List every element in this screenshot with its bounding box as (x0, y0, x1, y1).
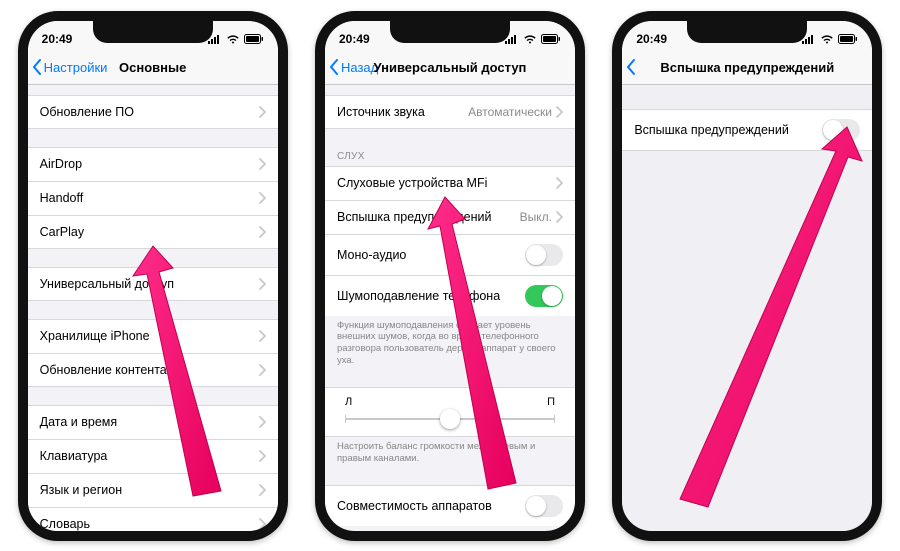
toggle-noise-cancel[interactable] (525, 285, 563, 307)
group-header-hearing: СЛУХ (325, 147, 575, 166)
row-carplay[interactable]: CarPlay (28, 215, 278, 249)
row-date-time[interactable]: Дата и время (28, 405, 278, 439)
cell-label: Совместимость аппаратов (337, 499, 492, 513)
row-led-flash[interactable]: Вспышка предупреждений Выкл. (325, 200, 575, 234)
chevron-right-icon (556, 211, 563, 223)
phone-accessibility: 20:49 Назад Универсальный доступ Источни… (315, 11, 585, 541)
group-footer: Функция шумоподавления снижает уровень в… (325, 316, 575, 370)
status-icons (208, 34, 264, 44)
back-label: Настройки (44, 60, 108, 75)
chevron-left-icon (329, 59, 339, 75)
chevron-right-icon (259, 450, 266, 462)
cell-label: Источник звука (337, 105, 425, 119)
phone-led-flash: 20:49 Вспышка предупреждений Вспышка пре… (612, 11, 882, 541)
row-noise-cancel[interactable]: Шумоподавление телефона (325, 275, 575, 316)
back-button[interactable]: Назад (325, 59, 378, 75)
row-mono-audio[interactable]: Моно-аудио (325, 234, 575, 275)
chevron-right-icon (556, 177, 563, 189)
group-footer: Режим «Совместимость аппаратов» улучшает… (325, 526, 575, 531)
cell-label: Вспышка предупреждений (337, 210, 492, 224)
content[interactable]: Вспышка предупреждений (622, 85, 872, 531)
cell-label: Handoff (40, 191, 84, 205)
cell-label: AirDrop (40, 157, 82, 171)
back-button[interactable]: Настройки (28, 59, 108, 75)
row-dictionary[interactable]: Словарь (28, 507, 278, 531)
toggle-mono-audio[interactable] (525, 244, 563, 266)
row-accessibility[interactable]: Универсальный доступ (28, 267, 278, 301)
status-time: 20:49 (339, 32, 370, 46)
cell-label: Клавиатура (40, 449, 108, 463)
back-label: Назад (341, 60, 378, 75)
phone-general: 20:49 Настройки Основные Обновление ПО A… (18, 11, 288, 541)
cell-detail: Выкл. (520, 210, 563, 224)
row-airdrop[interactable]: AirDrop (28, 147, 278, 181)
cell-label: Обновление контента (40, 363, 167, 377)
row-bg-refresh[interactable]: Обновление контента (28, 353, 278, 387)
chevron-right-icon (259, 330, 266, 342)
row-language[interactable]: Язык и регион (28, 473, 278, 507)
chevron-right-icon (259, 416, 266, 428)
balance-slider[interactable] (345, 418, 555, 420)
chevron-right-icon (259, 364, 266, 376)
cell-label: Слуховые устройства MFi (337, 176, 487, 190)
row-mfi-devices[interactable]: Слуховые устройства MFi (325, 166, 575, 200)
toggle-hearing-aid[interactable] (525, 495, 563, 517)
chevron-right-icon (259, 278, 266, 290)
cell-detail: Автоматически (468, 105, 563, 119)
chevron-right-icon (259, 106, 266, 118)
chevron-right-icon (259, 192, 266, 204)
chevron-right-icon (556, 106, 563, 118)
wifi-icon (523, 34, 537, 44)
cell-label: Словарь (40, 517, 90, 531)
battery-icon (838, 34, 858, 44)
notch (93, 21, 213, 43)
cell-label: CarPlay (40, 225, 84, 239)
cell-label: Моно-аудио (337, 248, 406, 262)
battery-icon (541, 34, 561, 44)
row-hearing-aid-compat[interactable]: Совместимость аппаратов (325, 485, 575, 526)
cell-label: Хранилище iPhone (40, 329, 150, 343)
chevron-right-icon (259, 518, 266, 530)
notch (687, 21, 807, 43)
content[interactable]: Обновление ПО AirDrop Handoff CarPlay Ун… (28, 85, 278, 531)
cell-label: Обновление ПО (40, 105, 134, 119)
group-footer: Настроить баланс громкости между левым и… (325, 437, 575, 467)
row-led-flash-toggle[interactable]: Вспышка предупреждений (622, 109, 872, 151)
toggle-led-flash[interactable] (822, 119, 860, 141)
row-storage[interactable]: Хранилище iPhone (28, 319, 278, 353)
status-time: 20:49 (636, 32, 667, 46)
row-audio-source[interactable]: Источник звука Автоматически (325, 95, 575, 129)
chevron-right-icon (259, 158, 266, 170)
nav-bar: Назад Универсальный доступ (325, 51, 575, 85)
cell-label: Шумоподавление телефона (337, 289, 500, 303)
chevron-left-icon (32, 59, 42, 75)
row-software-update[interactable]: Обновление ПО (28, 95, 278, 129)
cell-label: Универсальный доступ (40, 277, 174, 291)
cell-label: Дата и время (40, 415, 118, 429)
nav-title: Вспышка предупреждений (622, 60, 872, 75)
balance-slider-cell: ЛП (325, 387, 575, 437)
chevron-right-icon (259, 226, 266, 238)
cell-label: Вспышка предупреждений (634, 123, 789, 137)
status-time: 20:49 (42, 32, 73, 46)
nav-bar: Настройки Основные (28, 51, 278, 85)
wifi-icon (226, 34, 240, 44)
slider-left-label: Л (345, 396, 352, 408)
back-button[interactable] (622, 59, 636, 75)
chevron-left-icon (626, 59, 636, 75)
content[interactable]: Источник звука Автоматически СЛУХ Слуховы… (325, 85, 575, 531)
row-handoff[interactable]: Handoff (28, 181, 278, 215)
battery-icon (244, 34, 264, 44)
slider-thumb[interactable] (440, 409, 460, 429)
nav-bar: Вспышка предупреждений (622, 51, 872, 85)
wifi-icon (820, 34, 834, 44)
cell-label: Язык и регион (40, 483, 122, 497)
row-keyboard[interactable]: Клавиатура (28, 439, 278, 473)
status-icons (505, 34, 561, 44)
chevron-right-icon (259, 484, 266, 496)
notch (390, 21, 510, 43)
status-icons (802, 34, 858, 44)
slider-right-label: П (547, 396, 555, 408)
